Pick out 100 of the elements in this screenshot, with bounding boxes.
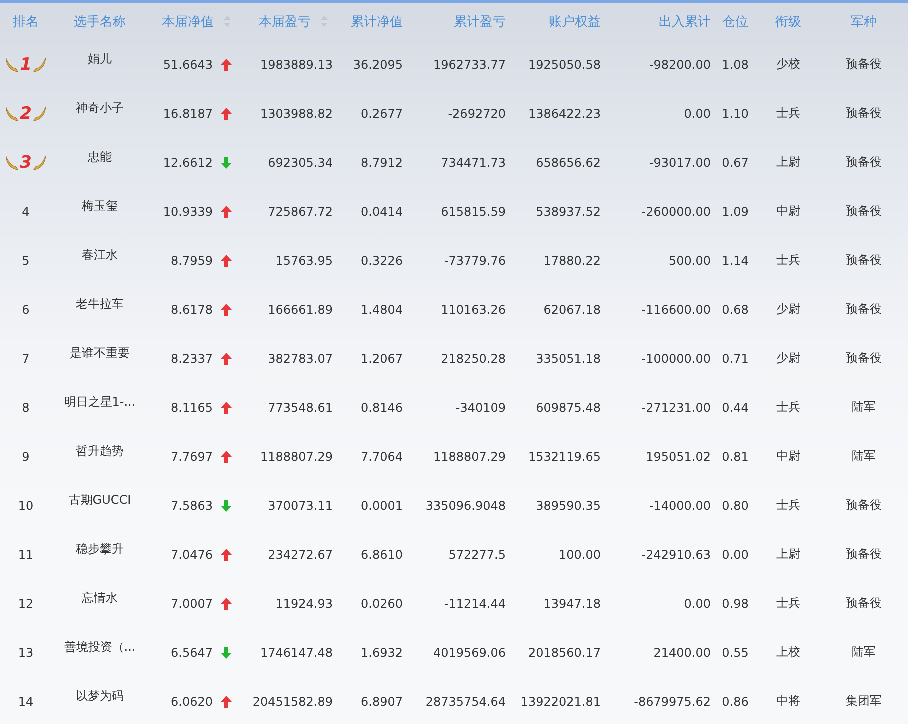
table-cell: 8.7912 xyxy=(361,156,403,170)
table-cell: 6.0620 xyxy=(171,694,213,708)
table-cell: 1.14 xyxy=(722,254,749,268)
player-name: 明日之星1-... xyxy=(64,394,136,411)
table-cell: 1.10 xyxy=(722,106,749,120)
table-cell: 0.00 xyxy=(722,548,749,562)
player-name: 古期GUCCI xyxy=(68,492,132,509)
rank-number: 4 xyxy=(22,204,30,218)
table-cell: -271231.00 xyxy=(642,400,711,414)
table-cell: 1925050.58 xyxy=(528,58,601,72)
rank-number: 5 xyxy=(22,254,30,268)
table-cell: 0.71 xyxy=(722,352,749,366)
table-cell: 100.00 xyxy=(559,548,601,562)
table-cell: 36.2095 xyxy=(353,58,403,72)
table-cell: 8.7959 xyxy=(171,254,213,268)
table-cell: 16.8187 xyxy=(163,106,213,120)
wing-icon xyxy=(32,56,46,72)
table-cell: 上尉 xyxy=(776,154,800,171)
table-cell: 538937.52 xyxy=(536,204,601,218)
table-cell: 773548.61 xyxy=(268,400,333,414)
table-cell: 7.0476 xyxy=(171,548,213,562)
table-cell: 500.00 xyxy=(669,254,711,268)
table-cell: 234272.67 xyxy=(268,548,333,562)
table-cell: 6.5647 xyxy=(171,646,213,660)
table-cell: 0.98 xyxy=(722,596,749,610)
table-cell: 0.0001 xyxy=(361,498,403,512)
table-cell: -11214.44 xyxy=(444,596,506,610)
rank-number: 6 xyxy=(22,302,30,316)
table-cell: 6.8610 xyxy=(361,548,403,562)
rank-number: 13 xyxy=(18,646,34,660)
table-cell: 370073.11 xyxy=(268,498,333,512)
table-cell: 8.2337 xyxy=(171,352,213,366)
table-cell: -340109 xyxy=(456,400,506,414)
rank-number: 12 xyxy=(18,596,34,610)
table-cell: 士兵 xyxy=(776,399,800,416)
table-cell: 28735754.64 xyxy=(426,694,506,708)
table-cell: 预备役 xyxy=(846,350,882,367)
table-cell: 734471.73 xyxy=(441,156,506,170)
table-cell: 51.6643 xyxy=(163,58,213,72)
rank-number: 11 xyxy=(18,548,34,562)
column-header: 选手名称 xyxy=(74,14,126,30)
player-name: 娟儿 xyxy=(88,51,112,68)
player-name: 哲升趋势 xyxy=(76,443,124,460)
table-cell: 集团军 xyxy=(846,693,882,710)
table-cell: 中尉 xyxy=(776,203,800,220)
table-cell: 1188807.29 xyxy=(260,450,333,464)
table-cell: 166661.89 xyxy=(268,302,333,316)
player-name: 梅玉玺 xyxy=(82,198,118,215)
table-cell: 0.00 xyxy=(684,106,711,120)
table-cell: 62067.18 xyxy=(544,302,601,316)
table-cell: 725867.72 xyxy=(268,204,333,218)
table-cell: 上校 xyxy=(776,644,800,661)
table-cell: -100000.00 xyxy=(642,352,711,366)
table-cell: 11924.93 xyxy=(276,596,333,610)
table-cell: 中尉 xyxy=(776,448,800,465)
table-cell: 0.2677 xyxy=(361,106,403,120)
column-header[interactable]: 本届盈亏 xyxy=(259,12,328,30)
table-cell: 218250.28 xyxy=(441,352,506,366)
table-cell: 中将 xyxy=(776,693,800,710)
column-header: 累计净值 xyxy=(351,14,403,30)
table-cell: -98200.00 xyxy=(649,58,711,72)
wing-icon xyxy=(32,154,46,170)
table-cell: 预备役 xyxy=(846,105,882,122)
table-cell: 1.08 xyxy=(722,58,749,72)
rank-number: 9 xyxy=(22,450,30,464)
column-header[interactable]: 本届净值 xyxy=(162,12,231,30)
rank-number: 8 xyxy=(22,400,30,414)
column-header: 累计盈亏 xyxy=(454,14,506,30)
table-cell: 20451582.89 xyxy=(252,694,333,708)
table-cell: 10.9339 xyxy=(163,204,213,218)
table-cell: 1983889.13 xyxy=(260,58,333,72)
column-header: 衔级 xyxy=(776,14,802,30)
table-cell: -93017.00 xyxy=(649,156,711,170)
table-cell: 士兵 xyxy=(776,105,800,122)
rank-number: 3 xyxy=(20,152,32,172)
table-cell: 1.09 xyxy=(722,204,749,218)
table-cell: -14000.00 xyxy=(649,498,711,512)
table-cell: 上尉 xyxy=(776,546,800,563)
table-cell: 1188807.29 xyxy=(433,450,506,464)
table-cell: 12.6612 xyxy=(163,156,213,170)
player-name: 忠能 xyxy=(88,149,112,166)
table-cell: 17880.22 xyxy=(544,254,601,268)
table-cell: 1303988.82 xyxy=(260,106,333,120)
table-cell: 2018560.17 xyxy=(528,646,601,660)
table-cell: 8.1165 xyxy=(171,400,213,414)
rank-number: 7 xyxy=(22,352,30,366)
table-cell: 13947.18 xyxy=(544,596,601,610)
table-cell: 382783.07 xyxy=(268,352,333,366)
player-name: 稳步攀升 xyxy=(76,541,124,558)
table-cell: 陆军 xyxy=(852,448,876,465)
wing-icon xyxy=(32,106,46,122)
table-cell: 0.8146 xyxy=(361,400,403,414)
rank-number: 10 xyxy=(18,498,34,512)
table-cell: 7.5863 xyxy=(171,498,213,512)
table-cell: 0.81 xyxy=(722,450,749,464)
table-cell: 572277.5 xyxy=(448,548,506,562)
table-cell: 110163.26 xyxy=(441,302,506,316)
rank-number: 14 xyxy=(18,694,34,708)
table-cell: 195051.02 xyxy=(646,450,711,464)
table-cell: 1746147.48 xyxy=(260,646,333,660)
